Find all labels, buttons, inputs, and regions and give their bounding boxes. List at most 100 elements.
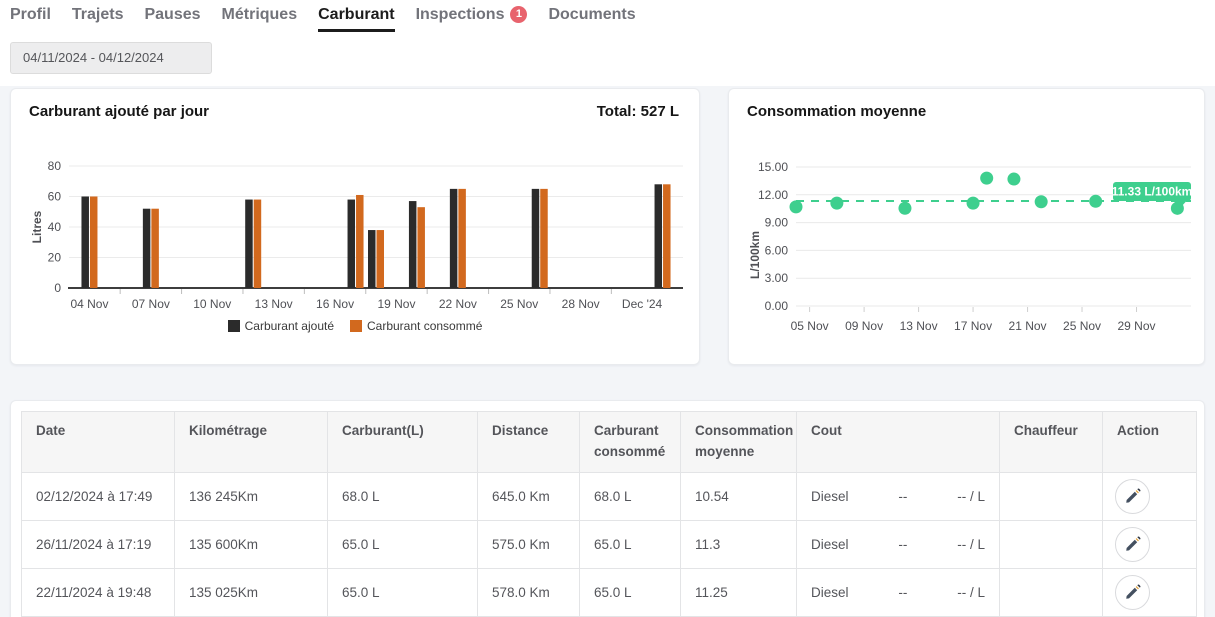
svg-text:21 Nov: 21 Nov: [1009, 319, 1047, 333]
pencil-icon: [1124, 583, 1142, 601]
cost-per-liter: -- / L: [957, 489, 985, 504]
cell-avg-consumption: 11.25: [681, 568, 797, 616]
cell-chauffeur: [1000, 520, 1103, 568]
svg-text:6.00: 6.00: [765, 243, 789, 257]
cell-fuel-quantity: 65.0 L: [328, 520, 478, 568]
tab-bar: Profil Trajets Pauses Métriques Carburant Ins…: [10, 6, 636, 32]
cell-cost: Diesel---- / L: [797, 520, 1000, 568]
svg-text:12.00: 12.00: [758, 188, 788, 202]
pencil-icon: [1124, 487, 1142, 505]
cell-action: [1103, 568, 1197, 616]
column-header-action: Action: [1103, 412, 1197, 473]
column-header-consumed: Carburant consommé: [580, 412, 681, 473]
svg-text:25 Nov: 25 Nov: [500, 297, 538, 311]
edit-fuel-entry-button[interactable]: [1115, 575, 1150, 610]
table-row: 02/12/2024 à 17:49136 245Km68.0 L645.0 K…: [22, 472, 1197, 520]
table-row: 26/11/2024 à 17:19135 600Km65.0 L575.0 K…: [22, 520, 1197, 568]
cell-action: [1103, 520, 1197, 568]
svg-text:20: 20: [48, 251, 62, 265]
tab-carburant[interactable]: Carburant: [318, 6, 394, 32]
cell-avg-consumption: 11.3: [681, 520, 797, 568]
svg-text:16 Nov: 16 Nov: [316, 297, 354, 311]
svg-text:80: 80: [48, 159, 62, 173]
svg-text:22 Nov: 22 Nov: [439, 297, 477, 311]
fuel-log-card: DateKilométrageCarburant(L)DistanceCarbu…: [10, 400, 1205, 617]
svg-text:09 Nov: 09 Nov: [845, 319, 883, 333]
cell-date: 22/11/2024 à 19:48: [22, 568, 175, 616]
cost-per-liter: -- / L: [957, 537, 985, 552]
tab-label: Profil: [10, 6, 51, 24]
svg-text:19 Nov: 19 Nov: [377, 297, 415, 311]
cost-price: --: [898, 585, 907, 600]
legend-swatch-icon: [228, 320, 240, 332]
svg-text:10 Nov: 10 Nov: [193, 297, 231, 311]
cost-fuel-type: Diesel: [811, 585, 849, 600]
cell-odometer: 135 600Km: [175, 520, 328, 568]
legend-swatch-icon: [350, 320, 362, 332]
cell-odometer: 136 245Km: [175, 472, 328, 520]
column-header-fuel: Carburant(L): [328, 412, 478, 473]
svg-text:13 Nov: 13 Nov: [900, 319, 938, 333]
cell-fuel-quantity: 65.0 L: [328, 568, 478, 616]
fuel-bar-chart[interactable]: 02040608004 Nov07 Nov10 Nov13 Nov16 Nov1…: [11, 137, 701, 319]
svg-text:13 Nov: 13 Nov: [255, 297, 293, 311]
cell-distance: 578.0 Km: [478, 568, 580, 616]
cell-chauffeur: [1000, 568, 1103, 616]
edit-fuel-entry-button[interactable]: [1115, 479, 1150, 514]
tab-metriques[interactable]: Métriques: [222, 6, 298, 32]
svg-text:L/100km: L/100km: [748, 231, 762, 279]
fuel-total-label: Total: 527 L: [597, 103, 679, 120]
cell-date: 26/11/2024 à 17:19: [22, 520, 175, 568]
cell-action: [1103, 472, 1197, 520]
svg-text:9.00: 9.00: [765, 216, 789, 230]
cell-fuel-quantity: 68.0 L: [328, 472, 478, 520]
column-header-odometer: Kilométrage: [175, 412, 328, 473]
column-header-chauffeur: Chauffeur: [1000, 412, 1103, 473]
cell-distance: 645.0 Km: [478, 472, 580, 520]
tab-label: Pauses: [144, 6, 200, 24]
svg-text:04 Nov: 04 Nov: [70, 297, 108, 311]
tab-inspections[interactable]: Inspections 1: [416, 6, 528, 32]
svg-text:17 Nov: 17 Nov: [954, 319, 992, 333]
svg-text:40: 40: [48, 220, 62, 234]
cell-cost: Diesel -- -- / L: [797, 472, 1000, 520]
cell-date: 02/12/2024 à 17:49: [22, 472, 175, 520]
svg-text:Dec '24: Dec '24: [622, 297, 663, 311]
tab-documents[interactable]: Documents: [548, 6, 635, 32]
consumption-scatter-chart[interactable]: 0.00 3.00 6.00 9.00 12.00 15.00 05 Nov 09 Nov 13…: [729, 137, 1206, 342]
svg-text:3.00: 3.00: [765, 271, 789, 285]
cost-fuel-type: Diesel: [811, 489, 849, 504]
legend-label: Carburant consommé: [367, 319, 482, 333]
date-range-picker[interactable]: 04/11/2024 - 04/12/2024: [10, 42, 212, 74]
cell-chauffeur: [1000, 472, 1103, 520]
cell-odometer: 135 025Km: [175, 568, 328, 616]
svg-text:05 Nov: 05 Nov: [791, 319, 829, 333]
legend-item: Carburant ajouté: [228, 319, 334, 333]
cost-fuel-type: Diesel: [811, 537, 849, 552]
tab-label: Trajets: [72, 6, 124, 24]
cell-cost: Diesel---- / L: [797, 568, 1000, 616]
svg-text:0.00: 0.00: [765, 299, 789, 313]
svg-text:15.00: 15.00: [758, 160, 788, 174]
tab-label: Inspections: [416, 6, 505, 24]
cost-price: --: [898, 489, 907, 504]
cell-fuel-consumed: 68.0 L: [580, 472, 681, 520]
column-header-date: Date: [22, 412, 175, 473]
cell-distance: 575.0 Km: [478, 520, 580, 568]
cell-fuel-consumed: 65.0 L: [580, 568, 681, 616]
svg-text:11.33 L/100km: 11.33 L/100km: [1112, 185, 1193, 199]
svg-text:25 Nov: 25 Nov: [1063, 319, 1101, 333]
tab-profil[interactable]: Profil: [10, 6, 51, 32]
pencil-icon: [1124, 535, 1142, 553]
column-header-cost: Cout: [797, 412, 1000, 473]
table-row: 22/11/2024 à 19:48135 025Km65.0 L578.0 K…: [22, 568, 1197, 616]
column-header-distance: Distance: [478, 412, 580, 473]
tab-trajets[interactable]: Trajets: [72, 6, 124, 32]
fuel-added-card: Carburant ajouté par jour Total: 527 L 0…: [10, 88, 700, 365]
svg-text:Litres: Litres: [30, 210, 44, 243]
inspections-count-badge: 1: [510, 6, 527, 23]
edit-fuel-entry-button[interactable]: [1115, 527, 1150, 562]
tab-pauses[interactable]: Pauses: [144, 6, 200, 32]
svg-text:07 Nov: 07 Nov: [132, 297, 170, 311]
fuel-chart-legend: Carburant ajouté Carburant consommé: [11, 319, 699, 333]
